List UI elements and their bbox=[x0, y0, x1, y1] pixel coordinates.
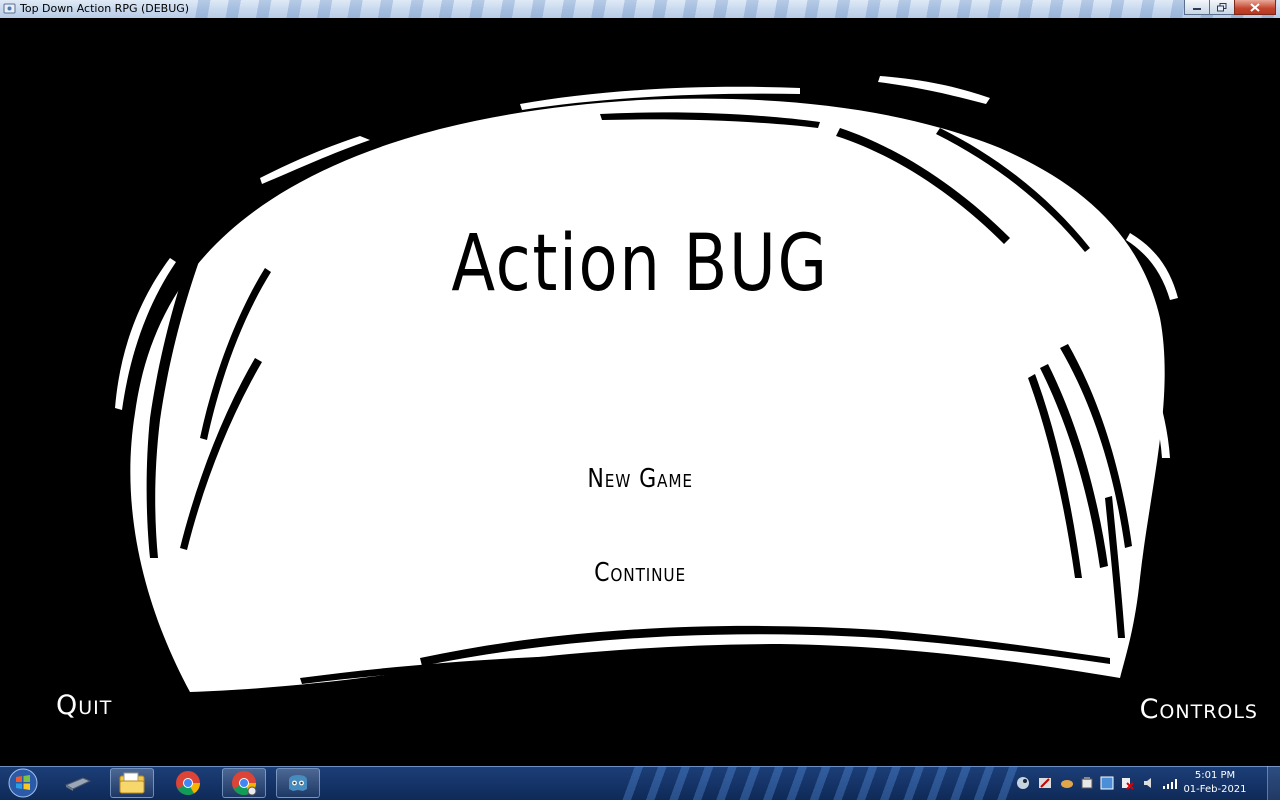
menu-backdrop bbox=[115, 76, 1178, 692]
steam-icon[interactable] bbox=[1016, 776, 1030, 790]
clock-time: 5:01 PM bbox=[1194, 770, 1236, 781]
window-title-bar[interactable]: Top Down Action RPG (DEBUG) bbox=[0, 0, 1280, 18]
system-tray bbox=[1010, 766, 1200, 800]
quit-button[interactable]: Quit bbox=[56, 690, 112, 721]
taskbar-clock[interactable]: 5:01 PM 01-Feb-2021 bbox=[1180, 769, 1250, 797]
volume-icon[interactable] bbox=[1142, 776, 1156, 790]
close-button[interactable] bbox=[1234, 0, 1276, 15]
taskbar-explorer[interactable] bbox=[110, 768, 154, 798]
action-center-icon[interactable] bbox=[1120, 776, 1134, 790]
show-desktop-button[interactable] bbox=[1267, 766, 1280, 800]
usb-icon[interactable] bbox=[1080, 776, 1094, 790]
clock-date: 01-Feb-2021 bbox=[1183, 784, 1247, 795]
chrome-icon bbox=[176, 771, 200, 796]
explorer-icon bbox=[119, 772, 145, 794]
taskbar-godot[interactable] bbox=[276, 768, 320, 798]
taskbar-app-1[interactable] bbox=[56, 768, 100, 798]
new-game-button[interactable]: New Game bbox=[0, 464, 1280, 494]
godot-icon bbox=[289, 775, 307, 791]
window-title: Top Down Action RPG (DEBUG) bbox=[20, 2, 190, 15]
app-icon[interactable] bbox=[3, 2, 16, 15]
display-icon[interactable] bbox=[1100, 776, 1114, 790]
window-switcher-icon bbox=[64, 777, 92, 791]
new-game-label: New Game bbox=[587, 464, 693, 494]
windows-orb-icon bbox=[8, 768, 38, 798]
taskbar-chrome-profile[interactable] bbox=[222, 768, 266, 798]
window-controls bbox=[1184, 0, 1276, 16]
start-button[interactable] bbox=[3, 767, 43, 799]
taskbar-decoration bbox=[620, 766, 1020, 800]
maximize-button[interactable] bbox=[1209, 0, 1235, 15]
quit-label: Quit bbox=[56, 690, 113, 721]
chrome-user-icon bbox=[232, 771, 257, 796]
taskbar: 5:01 PM 01-Feb-2021 bbox=[0, 766, 1280, 800]
game-viewport: Action BUG New Game Continue Quit Contro… bbox=[0, 18, 1280, 766]
signal-icon[interactable] bbox=[1162, 776, 1180, 790]
controls-label: Controls bbox=[1139, 694, 1258, 725]
game-title: Action BUG bbox=[451, 219, 829, 309]
title-bar-decoration bbox=[180, 0, 1280, 18]
restore-icon bbox=[1217, 2, 1227, 11]
close-icon bbox=[1250, 2, 1260, 12]
cloud-icon[interactable] bbox=[1060, 776, 1074, 790]
taskbar-chrome[interactable] bbox=[166, 768, 210, 798]
minimize-icon bbox=[1193, 8, 1201, 10]
controls-button[interactable]: Controls bbox=[1140, 694, 1258, 725]
continue-label: Continue bbox=[594, 558, 686, 588]
minimize-button[interactable] bbox=[1184, 0, 1210, 15]
network-warning-icon[interactable] bbox=[1038, 776, 1052, 790]
continue-button[interactable]: Continue bbox=[0, 558, 1280, 588]
